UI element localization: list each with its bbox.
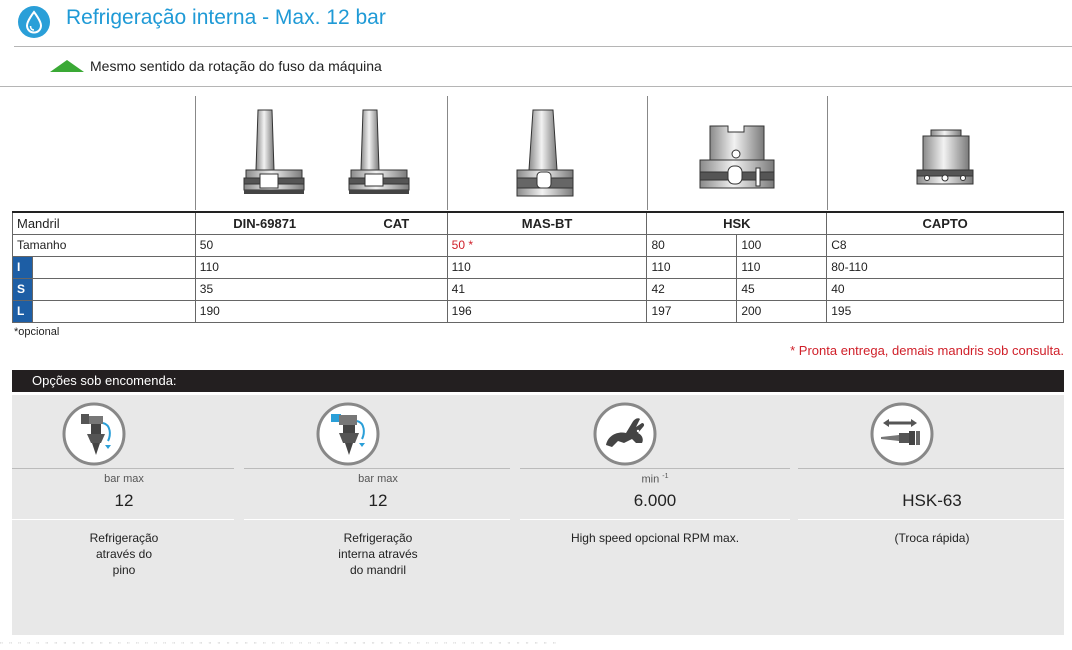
page-header: Refrigeração interna - Max. 12 bar: [0, 0, 1072, 48]
rabbit-speed-icon: [593, 402, 657, 466]
table-cell: C8: [826, 233, 1064, 257]
table-row: S 35 41 42 45 40: [12, 277, 1064, 301]
rotation-text: Mesmo sentido da rotação do fuso da máqu…: [90, 58, 382, 74]
coolant-through-pin-icon: [62, 402, 126, 466]
table-row: L 190 196 197 200 195: [12, 299, 1064, 323]
table-cell: 50: [194, 233, 448, 257]
table-cell: [31, 277, 196, 301]
option-value: 6.000: [633, 491, 677, 510]
table-cell: 100: [736, 233, 828, 257]
specification-table: Mandril DIN-69871 CAT MAS-BT HSK CAPTO T…: [12, 211, 1064, 323]
option-description: Refrigeração através do pino: [89, 531, 159, 577]
din-69871-holder-icon: [243, 109, 305, 194]
table-cell: 42: [646, 277, 738, 301]
table-cell: 197: [646, 299, 738, 323]
column-divider: [827, 96, 828, 210]
table-cell: 190: [194, 299, 448, 323]
coolant-drop-icon: [18, 6, 50, 38]
option-value: 12: [368, 491, 388, 510]
cat-header: CAT: [383, 215, 410, 231]
row-label: I: [12, 255, 33, 279]
table-row: Tamanho 50 50 * 80 100 C8: [12, 233, 1064, 257]
mas-header: MAS-BT: [446, 211, 648, 235]
table-cell: 196: [446, 299, 648, 323]
capto-holder-icon: [916, 129, 974, 185]
options-title: Opções sob encomenda:: [12, 370, 1064, 392]
table-cell: [31, 255, 196, 279]
row-label: Tamanho: [12, 233, 196, 257]
option-unit: bar max: [104, 473, 144, 485]
column-divider: [647, 96, 648, 210]
table-cell: 80-110: [826, 255, 1064, 279]
option-quick-change: HSK-63 (Troca rápida): [812, 395, 1052, 635]
table-cell: 35: [194, 277, 448, 301]
table-cell: 195: [826, 299, 1064, 323]
table-header-row: Mandril DIN-69871 CAT MAS-BT HSK CAPTO: [12, 211, 1064, 235]
table-cell: 110: [446, 255, 648, 279]
option-coolant-holder: bar max 12 Refrigeração interna através …: [258, 395, 498, 635]
mas-bt-holder-icon: [516, 109, 574, 197]
option-description: High speed opcional RPM max.: [570, 531, 740, 545]
cat-holder-icon: [348, 109, 410, 194]
page-title: Refrigeração interna - Max. 12 bar: [66, 6, 386, 29]
din-header: DIN-69871: [233, 215, 297, 231]
option-value: 12: [114, 491, 134, 510]
table-cell: 45: [736, 277, 828, 301]
opcional-note: *opcional: [14, 326, 60, 338]
table-cell: 110: [194, 255, 448, 279]
din-cat-header: DIN-69871 CAT: [194, 211, 448, 235]
rotation-triangle-icon: [50, 60, 84, 72]
pronta-entrega-note: * Pronta entrega, demais mandris sob con…: [790, 343, 1064, 358]
option-description: (Troca rápida): [894, 531, 970, 545]
table-cell: 40: [826, 277, 1064, 301]
hsk-header: HSK: [646, 211, 828, 235]
table-cell: 200: [736, 299, 828, 323]
quick-change-icon: [870, 402, 934, 466]
holder-drawings: [0, 96, 1072, 210]
table-cell: 110: [736, 255, 828, 279]
hsk-holder-icon: [699, 125, 775, 189]
capto-header: CAPTO: [826, 211, 1064, 235]
options-panel: bar max 12 Refrigeração através do pino …: [12, 395, 1064, 635]
rotation-divider: [0, 86, 1072, 87]
table-cell: 80: [646, 233, 738, 257]
column-divider: [447, 96, 448, 210]
header-divider: [14, 46, 1072, 47]
table-cell: [31, 299, 196, 323]
mandril-header: Mandril: [12, 211, 196, 235]
column-divider: [195, 96, 196, 210]
decorative-dot-row: " " " " " " " " " " " " " " " " " " " " …: [0, 641, 558, 650]
table-row: I 110 110 110 110 80-110: [12, 255, 1064, 279]
option-unit: min -1: [641, 473, 669, 486]
table-cell: 50 *: [446, 233, 648, 257]
row-label: L: [12, 299, 33, 323]
option-coolant-pin: bar max 12 Refrigeração através do pino: [4, 395, 244, 635]
table-cell: 41: [446, 277, 648, 301]
option-description: Refrigeração interna através do mandril: [338, 531, 418, 577]
coolant-through-holder-icon: [316, 402, 380, 466]
option-high-speed: min -1 6.000 High speed opcional RPM max…: [535, 395, 775, 635]
table-cell: 110: [646, 255, 738, 279]
row-label: S: [12, 277, 33, 301]
option-unit: bar max: [358, 473, 398, 485]
option-value: HSK-63: [902, 491, 962, 510]
